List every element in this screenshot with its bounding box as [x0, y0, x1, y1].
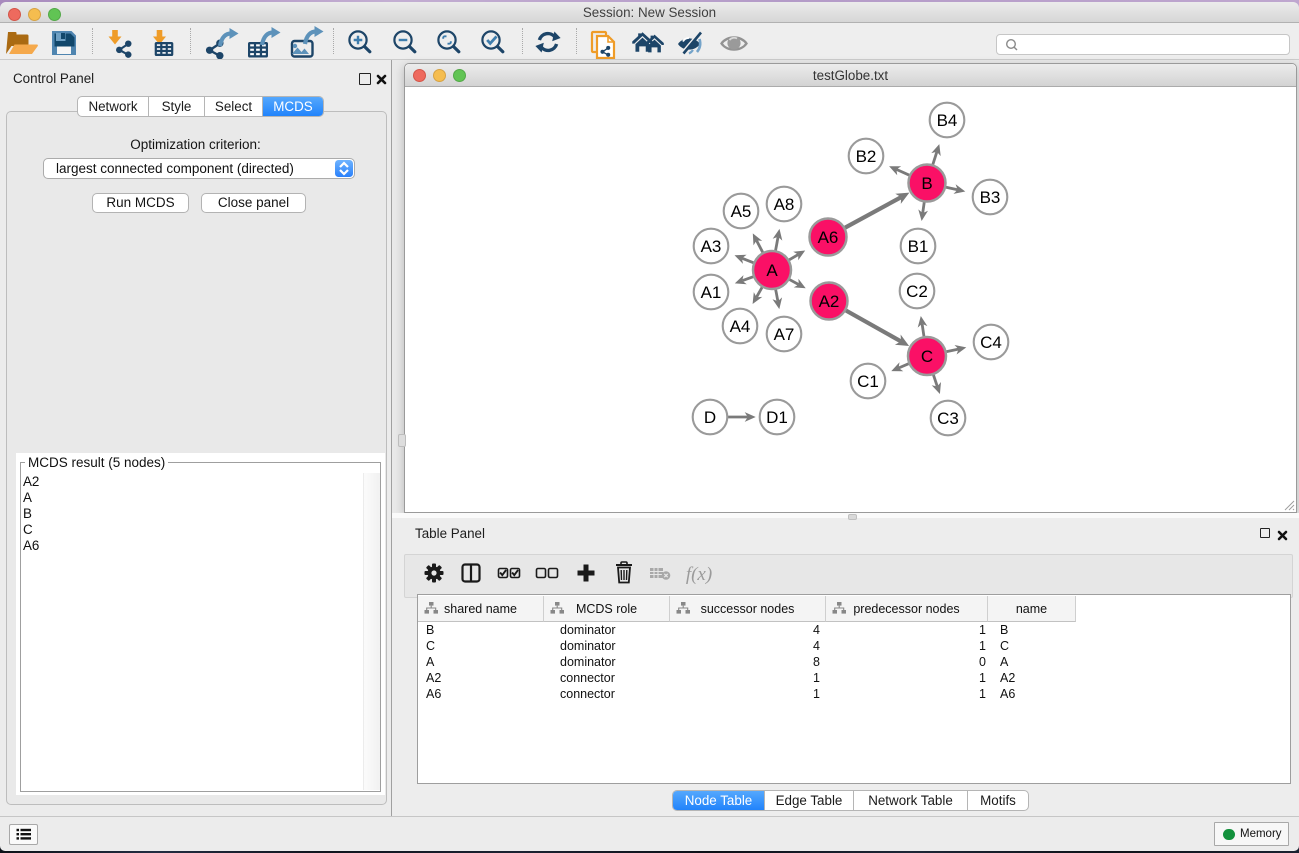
svg-text:A3: A3 [701, 237, 722, 256]
svg-text:C1: C1 [857, 372, 879, 391]
svg-text:D1: D1 [766, 408, 788, 427]
svg-text:A5: A5 [731, 202, 752, 221]
svg-text:A6: A6 [818, 228, 839, 247]
svg-text:B: B [921, 174, 932, 193]
svg-text:D: D [704, 408, 716, 427]
svg-text:B3: B3 [980, 188, 1001, 207]
svg-text:B4: B4 [937, 111, 958, 130]
svg-text:A2: A2 [819, 292, 840, 311]
svg-text:B1: B1 [908, 237, 929, 256]
svg-text:A1: A1 [701, 283, 722, 302]
svg-text:A8: A8 [774, 195, 795, 214]
svg-text:A7: A7 [774, 325, 795, 344]
svg-text:C: C [921, 347, 933, 366]
svg-text:f(x): f(x) [686, 564, 712, 585]
svg-text:B2: B2 [856, 147, 877, 166]
svg-text:A4: A4 [730, 317, 751, 336]
svg-text:C2: C2 [906, 282, 928, 301]
svg-text:A: A [766, 261, 778, 280]
svg-text:C4: C4 [980, 333, 1002, 352]
svg-text:C3: C3 [937, 409, 959, 428]
